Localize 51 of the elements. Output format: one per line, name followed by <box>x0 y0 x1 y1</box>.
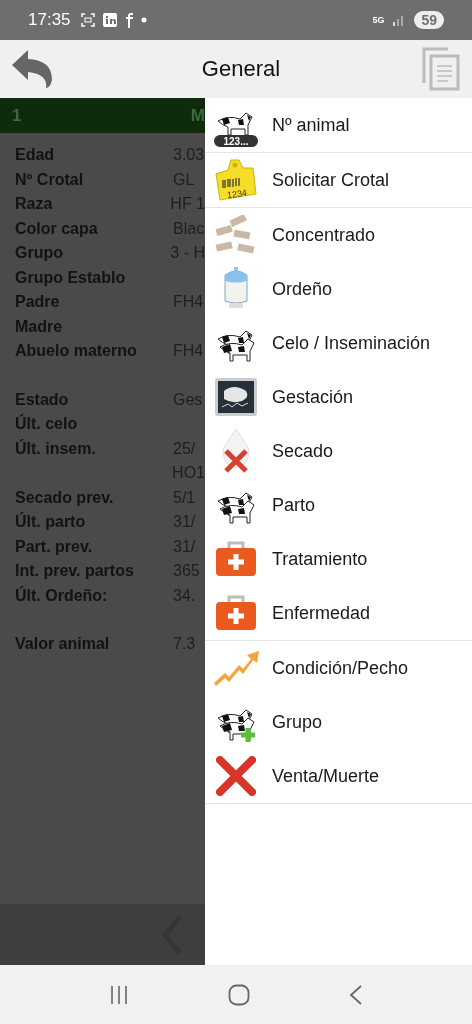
field-label: Estado <box>15 390 69 408</box>
field-label: Padre <box>15 293 60 311</box>
field-label: Últ. parto <box>15 513 86 531</box>
field-label: Últ. celo <box>15 415 78 433</box>
field-label: Grupo Establo <box>15 268 126 286</box>
field-label: Madre <box>15 317 63 335</box>
field-label: Últ. Ordeño: <box>15 586 108 604</box>
network-label: 5G <box>372 15 385 25</box>
menu-item[interactable]: Grupo <box>205 695 472 749</box>
menu-item[interactable]: 1234 Solicitar Crotal <box>205 153 472 207</box>
home-icon[interactable] <box>228 983 250 1006</box>
field-label: Int. prev. partos <box>15 562 134 580</box>
screenshot-icon <box>80 13 95 27</box>
ultrasound-icon <box>213 377 258 417</box>
back-nav-icon[interactable] <box>348 983 363 1006</box>
field-label: Grupo <box>15 244 63 262</box>
menu-item[interactable]: Secado <box>205 424 472 478</box>
menu-item[interactable]: Parto <box>205 478 472 532</box>
cross-icon <box>215 756 256 796</box>
field-label: Part. prev. <box>15 537 93 555</box>
rising-arrow-icon <box>212 649 259 687</box>
header-text: M <box>190 105 205 126</box>
screen-title: General <box>200 56 282 82</box>
linkedin-icon <box>102 13 117 27</box>
field-label: Raza <box>15 195 53 213</box>
field-label: Valor animal <box>15 635 110 653</box>
menu-item[interactable]: Tratamiento <box>205 532 472 586</box>
menu-item[interactable]: Venta/Muerte <box>205 749 472 803</box>
facebook-icon <box>124 12 133 28</box>
field-label: Edad <box>15 146 55 164</box>
status-time: 17:35 <box>28 10 71 30</box>
menu-item[interactable]: Gestación <box>205 370 472 424</box>
back-icon[interactable] <box>12 50 54 88</box>
menu-item[interactable]: Enfermedad <box>205 586 472 640</box>
menu-item[interactable]: Celo / Inseminación <box>205 316 472 370</box>
header-text: 1 <box>12 105 22 126</box>
field-label: Abuelo materno <box>15 342 137 360</box>
field-label: Color capa <box>15 219 98 237</box>
dot-icon <box>140 17 147 23</box>
field-label: Últ. insem. <box>15 439 96 457</box>
menu-item[interactable]: Concentrado <box>205 208 472 262</box>
first-aid-kit-icon <box>214 540 257 578</box>
battery-level: 59 <box>414 11 444 29</box>
menu-item[interactable]: Ordeño <box>205 262 472 316</box>
menu-item[interactable]: 123... Nº animal <box>205 98 472 152</box>
field-label: Nº Crotal <box>15 170 84 188</box>
first-aid-kit-icon <box>214 594 257 632</box>
recent-apps-icon[interactable] <box>109 984 130 1005</box>
menu-item[interactable]: Condición/Pecho <box>205 641 472 695</box>
field-label: Secado prev. <box>15 488 114 506</box>
ear-tag-icon: 1234 <box>214 158 257 202</box>
